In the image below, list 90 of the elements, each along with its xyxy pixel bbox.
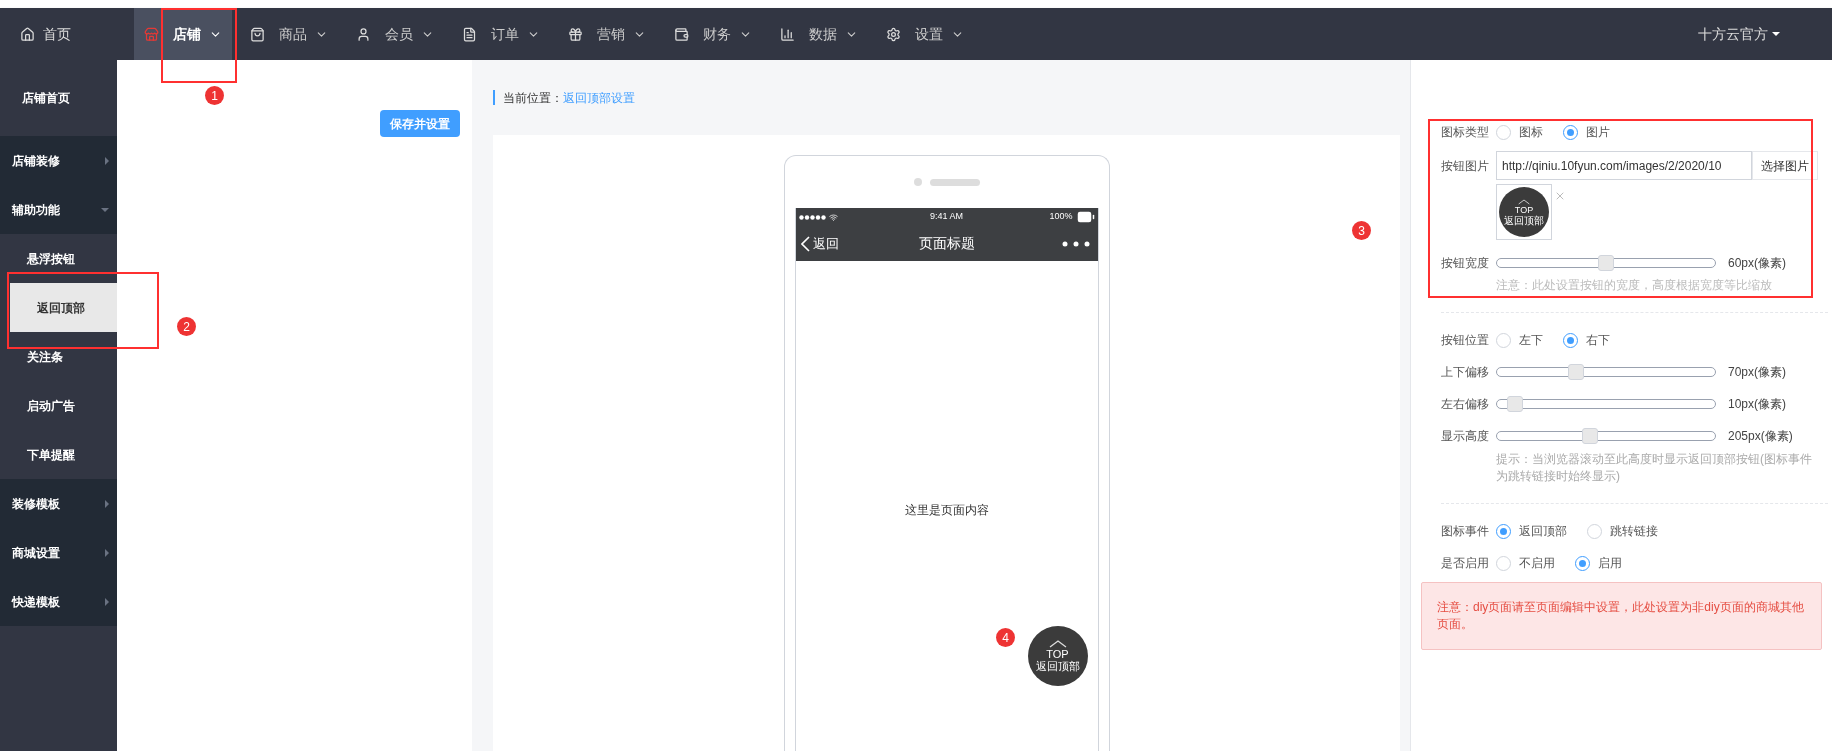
chevron-up-icon: [1518, 198, 1530, 205]
field-label: 显示高度: [1441, 428, 1490, 445]
sidebar-group[interactable]: 辅助功能: [0, 185, 117, 234]
hint-text: 注意：此处设置按钮的宽度，高度根据宽度等比缩放: [1495, 277, 1773, 294]
nav-menu-item[interactable]: 订单: [452, 8, 550, 60]
field-label: 按钮宽度: [1441, 255, 1490, 272]
slider-track[interactable]: [1496, 258, 1716, 268]
user-menu[interactable]: 十方云官方: [1698, 23, 1780, 45]
battery-percent: 100%: [1049, 210, 1073, 224]
radio-option[interactable]: 跳转链接: [1587, 522, 1658, 540]
bar-chart-icon: [780, 26, 795, 42]
breadcrumb-label: 当前位置：: [503, 89, 563, 107]
image-url-field[interactable]: http://qiniu.10fyun.com/images/2/2020/10: [1496, 151, 1752, 180]
slider-track[interactable]: [1496, 431, 1716, 441]
speaker-bar: [929, 178, 980, 186]
sidebar-group[interactable]: 商城设置: [0, 528, 117, 577]
warning-alert: 注意：diy页面请至页面编辑中设置，此处设置为非diy页面的商城其他页面。: [1421, 582, 1822, 650]
sidebar-subitem[interactable]: 悬浮按钮: [0, 234, 117, 283]
settings-icon: [886, 26, 901, 42]
breadcrumb-marker: [493, 90, 495, 105]
user-icon: [356, 26, 371, 42]
field-label: 图标类型: [1441, 124, 1490, 141]
field-label: 上下偏移: [1441, 364, 1490, 381]
slider-track[interactable]: [1496, 399, 1716, 409]
back-to-top-text: 返回顶部: [1504, 214, 1544, 226]
sidebar-group[interactable]: 装修模板: [0, 479, 117, 528]
slider-track[interactable]: [1496, 367, 1716, 377]
store-icon: [144, 26, 159, 42]
field-label: 按钮图片: [1441, 157, 1490, 175]
sidebar-group[interactable]: 店铺装修: [0, 136, 117, 185]
close-icon[interactable]: [1554, 190, 1566, 202]
back-to-top-button[interactable]: TOP 返回顶部: [1027, 626, 1088, 686]
slider-value: 205px(像素): [1728, 428, 1793, 445]
slider-thumb[interactable]: [1581, 428, 1598, 444]
field-label: 按钮位置: [1441, 332, 1490, 349]
nav-menu-item[interactable]: 设置: [876, 8, 974, 60]
nav-menu-item[interactable]: 数据: [770, 8, 868, 60]
page-title: 页面标题: [918, 234, 975, 253]
radio-option[interactable]: 不启用: [1496, 554, 1555, 572]
radio-option[interactable]: 图标: [1496, 123, 1543, 141]
caret-down-icon: [101, 207, 109, 212]
gift-icon: [568, 26, 583, 42]
document-icon: [462, 26, 477, 42]
caret-right-icon: [105, 156, 109, 165]
nav-menu-item[interactable]: 营销: [558, 8, 656, 60]
caret-right-icon: [105, 548, 109, 557]
wifi-icon: [828, 212, 838, 222]
radio-option[interactable]: 左下: [1496, 331, 1543, 349]
nav-menu-item[interactable]: 商品: [240, 8, 338, 60]
slider-thumb[interactable]: [1598, 255, 1614, 271]
slider-value: 10px(像素): [1728, 396, 1786, 413]
sidebar-subitem[interactable]: 下单提醒: [0, 430, 117, 479]
field-label: 左右偏移: [1441, 396, 1490, 413]
slider-thumb[interactable]: [1567, 364, 1584, 380]
choose-image-button[interactable]: 选择图片: [1752, 151, 1818, 180]
radio-option[interactable]: 启用: [1575, 554, 1622, 572]
hint-text: 提示：当浏览器滚动至此高度时显示返回顶部按钮(图标事件为跳转链接时始终显示): [1495, 451, 1813, 485]
more-dots-icon[interactable]: [1061, 240, 1090, 247]
top-text: TOP: [1046, 647, 1069, 660]
chevron-left-icon: [800, 235, 810, 252]
sidebar-subitem[interactable]: 关注条: [0, 332, 117, 381]
caret-icon: [1772, 32, 1780, 36]
back-to-top-text: 返回顶部: [1035, 659, 1080, 673]
sidebar-subitem[interactable]: 启动广告: [0, 381, 117, 430]
radio-option[interactable]: 图片: [1563, 123, 1610, 141]
sidebar-subitem[interactable]: 返回顶部: [10, 283, 117, 332]
home-icon: [20, 26, 35, 42]
nav-menu-item[interactable]: 店铺: [134, 8, 232, 60]
slider-value: 70px(像素): [1728, 364, 1786, 381]
radio-option[interactable]: 返回顶部: [1496, 522, 1567, 540]
bag-icon: [250, 26, 265, 42]
radio-option[interactable]: 右下: [1563, 331, 1610, 349]
chevron-up-icon: [1048, 639, 1067, 648]
signal-dots-icon: [798, 214, 827, 220]
page-content-text: 这里是页面内容: [904, 502, 989, 519]
field-label: 是否启用: [1441, 555, 1490, 572]
nav-menu-item[interactable]: 会员: [346, 8, 444, 60]
caret-right-icon: [105, 597, 109, 606]
field-label: 图标事件: [1441, 523, 1490, 540]
sidebar-group[interactable]: 快递模板: [0, 577, 117, 626]
caret-right-icon: [105, 499, 109, 508]
nav-menu-item[interactable]: 财务: [664, 8, 762, 60]
wallet-icon: [674, 26, 689, 42]
slider-value: 60px(像素): [1728, 255, 1786, 272]
status-time: 9:41 AM: [930, 210, 963, 224]
sidebar-item[interactable]: 店铺首页: [0, 60, 117, 136]
top-text: TOP: [1514, 204, 1534, 215]
nav-home[interactable]: 首页: [0, 8, 134, 60]
slider-thumb[interactable]: [1507, 396, 1524, 412]
back-link[interactable]: 返回: [800, 233, 881, 254]
